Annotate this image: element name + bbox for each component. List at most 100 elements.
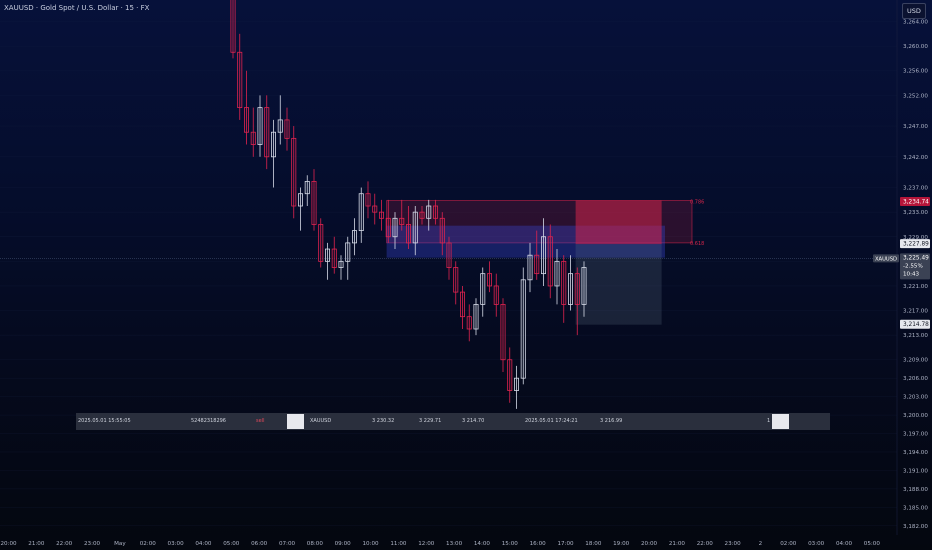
candle — [493, 273, 499, 317]
time-tick-label: 18:00 — [585, 541, 602, 547]
candle — [250, 107, 256, 157]
price-tick-label: 3,221.00 — [903, 284, 928, 290]
position-stop-zone — [575, 200, 662, 245]
price-tick-label: 3,260.00 — [903, 44, 928, 50]
time-tick-label: 2 — [759, 541, 763, 547]
candle — [297, 187, 303, 231]
time-tick-label: 05:00 — [864, 541, 881, 547]
time-tick-label: 15:00 — [502, 541, 519, 547]
price-tick-label: 3,237.00 — [903, 186, 928, 192]
candle — [372, 193, 378, 225]
price-tick-label: 3,188.00 — [903, 487, 928, 493]
price-tick-label: 3,252.00 — [903, 93, 928, 99]
price-tick-label: 3,247.00 — [903, 124, 928, 130]
ticket-id: 52482318296 — [191, 418, 226, 424]
time-tick-label: 20:00 — [641, 541, 658, 547]
grid — [0, 21, 897, 526]
currency-button[interactable]: USD — [902, 3, 926, 19]
price-tick-label: 3,213.00 — [903, 333, 928, 339]
time-tick-label: 13:00 — [446, 541, 463, 547]
time-tick-label: 09:00 — [335, 541, 352, 547]
price-tick-label: 3,194.00 — [903, 450, 928, 456]
last-price-box: XAUUSD 3,225.49 -2.55% 10:43 — [873, 253, 930, 280]
time-tick-label: 23:00 — [725, 541, 742, 547]
time-tick-label: 23:00 — [84, 541, 101, 547]
candle — [237, 33, 243, 120]
profit-value: 1 — [767, 418, 771, 424]
chart-canvas[interactable]: 0.786 0.618 3,264.00 3,260.00 3,256.00 3,252… — [0, 0, 932, 550]
time-tick-label: 06:00 — [251, 541, 268, 547]
candle — [365, 181, 371, 219]
price-tag-value: 3,234.74 — [903, 199, 929, 205]
time-tick-label: 03:00 — [808, 541, 825, 547]
price-tick-label: 3,203.00 — [903, 395, 928, 401]
trade-symbol: XAUUSD — [310, 418, 332, 424]
price-tick-label: 3,191.00 — [903, 468, 928, 474]
price-tick-label: 3,206.00 — [903, 376, 928, 382]
price-tick-label: 3,200.00 — [903, 413, 928, 419]
time-tick-label: 20:00 — [0, 541, 17, 547]
trade-side: sell — [256, 418, 265, 424]
close-price: 3 216.99 — [600, 418, 623, 424]
price-tick-label: 3,256.00 — [903, 69, 928, 75]
close-time: 2025.05.01 17:24:21 — [525, 418, 578, 424]
price-tick-label: 3,233.00 — [903, 210, 928, 216]
time-tick-label: 17:00 — [557, 541, 574, 547]
time-tick-label: 19:00 — [613, 541, 630, 547]
position-target-zone — [575, 244, 662, 325]
price-tag: 3,227.89 — [900, 239, 930, 249]
time-tick-label: 04:00 — [195, 541, 212, 547]
time-tick-label: 21:00 — [669, 541, 686, 547]
time-tick-label: 02:00 — [140, 541, 157, 547]
time-tick-label: 10:00 — [362, 541, 379, 547]
price-tick-label: 3,264.00 — [903, 20, 928, 26]
candle — [291, 126, 297, 219]
price-tag: 3,234.74 — [900, 196, 930, 206]
time-tick-label: 22:00 — [56, 541, 73, 547]
candle — [230, 0, 236, 59]
trade-open-marker — [287, 414, 304, 429]
price-tick-label: 3,197.00 — [903, 432, 928, 438]
price-tick-label: 3,182.00 — [903, 524, 928, 530]
last-price-change: -2.55% — [903, 263, 923, 269]
time-tick-label: 05:00 — [223, 541, 240, 547]
zone-label-lower: 0.618 — [690, 241, 704, 247]
trade-close-marker — [772, 414, 789, 429]
candle — [486, 261, 492, 293]
price-tag-value: 3,214.78 — [903, 322, 929, 328]
candle — [520, 267, 526, 385]
price-tag-value: 3,227.89 — [903, 242, 929, 248]
symbol-tag-label: XAUUSD — [875, 256, 897, 262]
open-time: 2025.05.01 15:55:05 — [78, 418, 131, 424]
price-tick-label: 3,242.00 — [903, 155, 928, 161]
open-price: 3 230.32 — [372, 418, 395, 424]
candle — [480, 267, 486, 317]
candle — [378, 199, 384, 231]
zone-label-upper: 0.786 — [690, 199, 704, 205]
time-tick-label: May — [114, 541, 126, 547]
time-axis[interactable]: 20:00 21:00 22:00 23:00 May 02:00 03:00 04:00 05… — [0, 541, 880, 547]
price-tick-label: 3,209.00 — [903, 358, 928, 364]
price-tick-label: 3,185.00 — [903, 505, 928, 511]
candle — [568, 255, 574, 311]
candle — [243, 70, 249, 145]
time-tick-label: 08:00 — [307, 541, 324, 547]
time-tick-label: 12:00 — [418, 541, 435, 547]
bar-countdown: 10:43 — [903, 271, 920, 277]
price-tag: 3,214.78 — [900, 319, 930, 329]
candle — [324, 242, 330, 280]
take-profit: 3 214.70 — [462, 418, 485, 424]
candle — [318, 218, 324, 268]
time-tick-label: 03:00 — [168, 541, 185, 547]
candle — [284, 107, 290, 151]
candle — [473, 298, 479, 336]
candle — [453, 261, 459, 305]
candle — [507, 347, 513, 403]
time-tick-label: 21:00 — [28, 541, 45, 547]
symbol-title[interactable]: XAUUSD · Gold Spot / U.S. Dollar · 15 · … — [4, 4, 149, 12]
trade-history-bar[interactable]: 2025.05.01 15:55:05 52482318296 sell XAU… — [76, 413, 830, 430]
time-tick-label: 11:00 — [390, 541, 407, 547]
candle — [514, 365, 520, 409]
candle — [331, 236, 337, 274]
candle — [264, 95, 270, 170]
